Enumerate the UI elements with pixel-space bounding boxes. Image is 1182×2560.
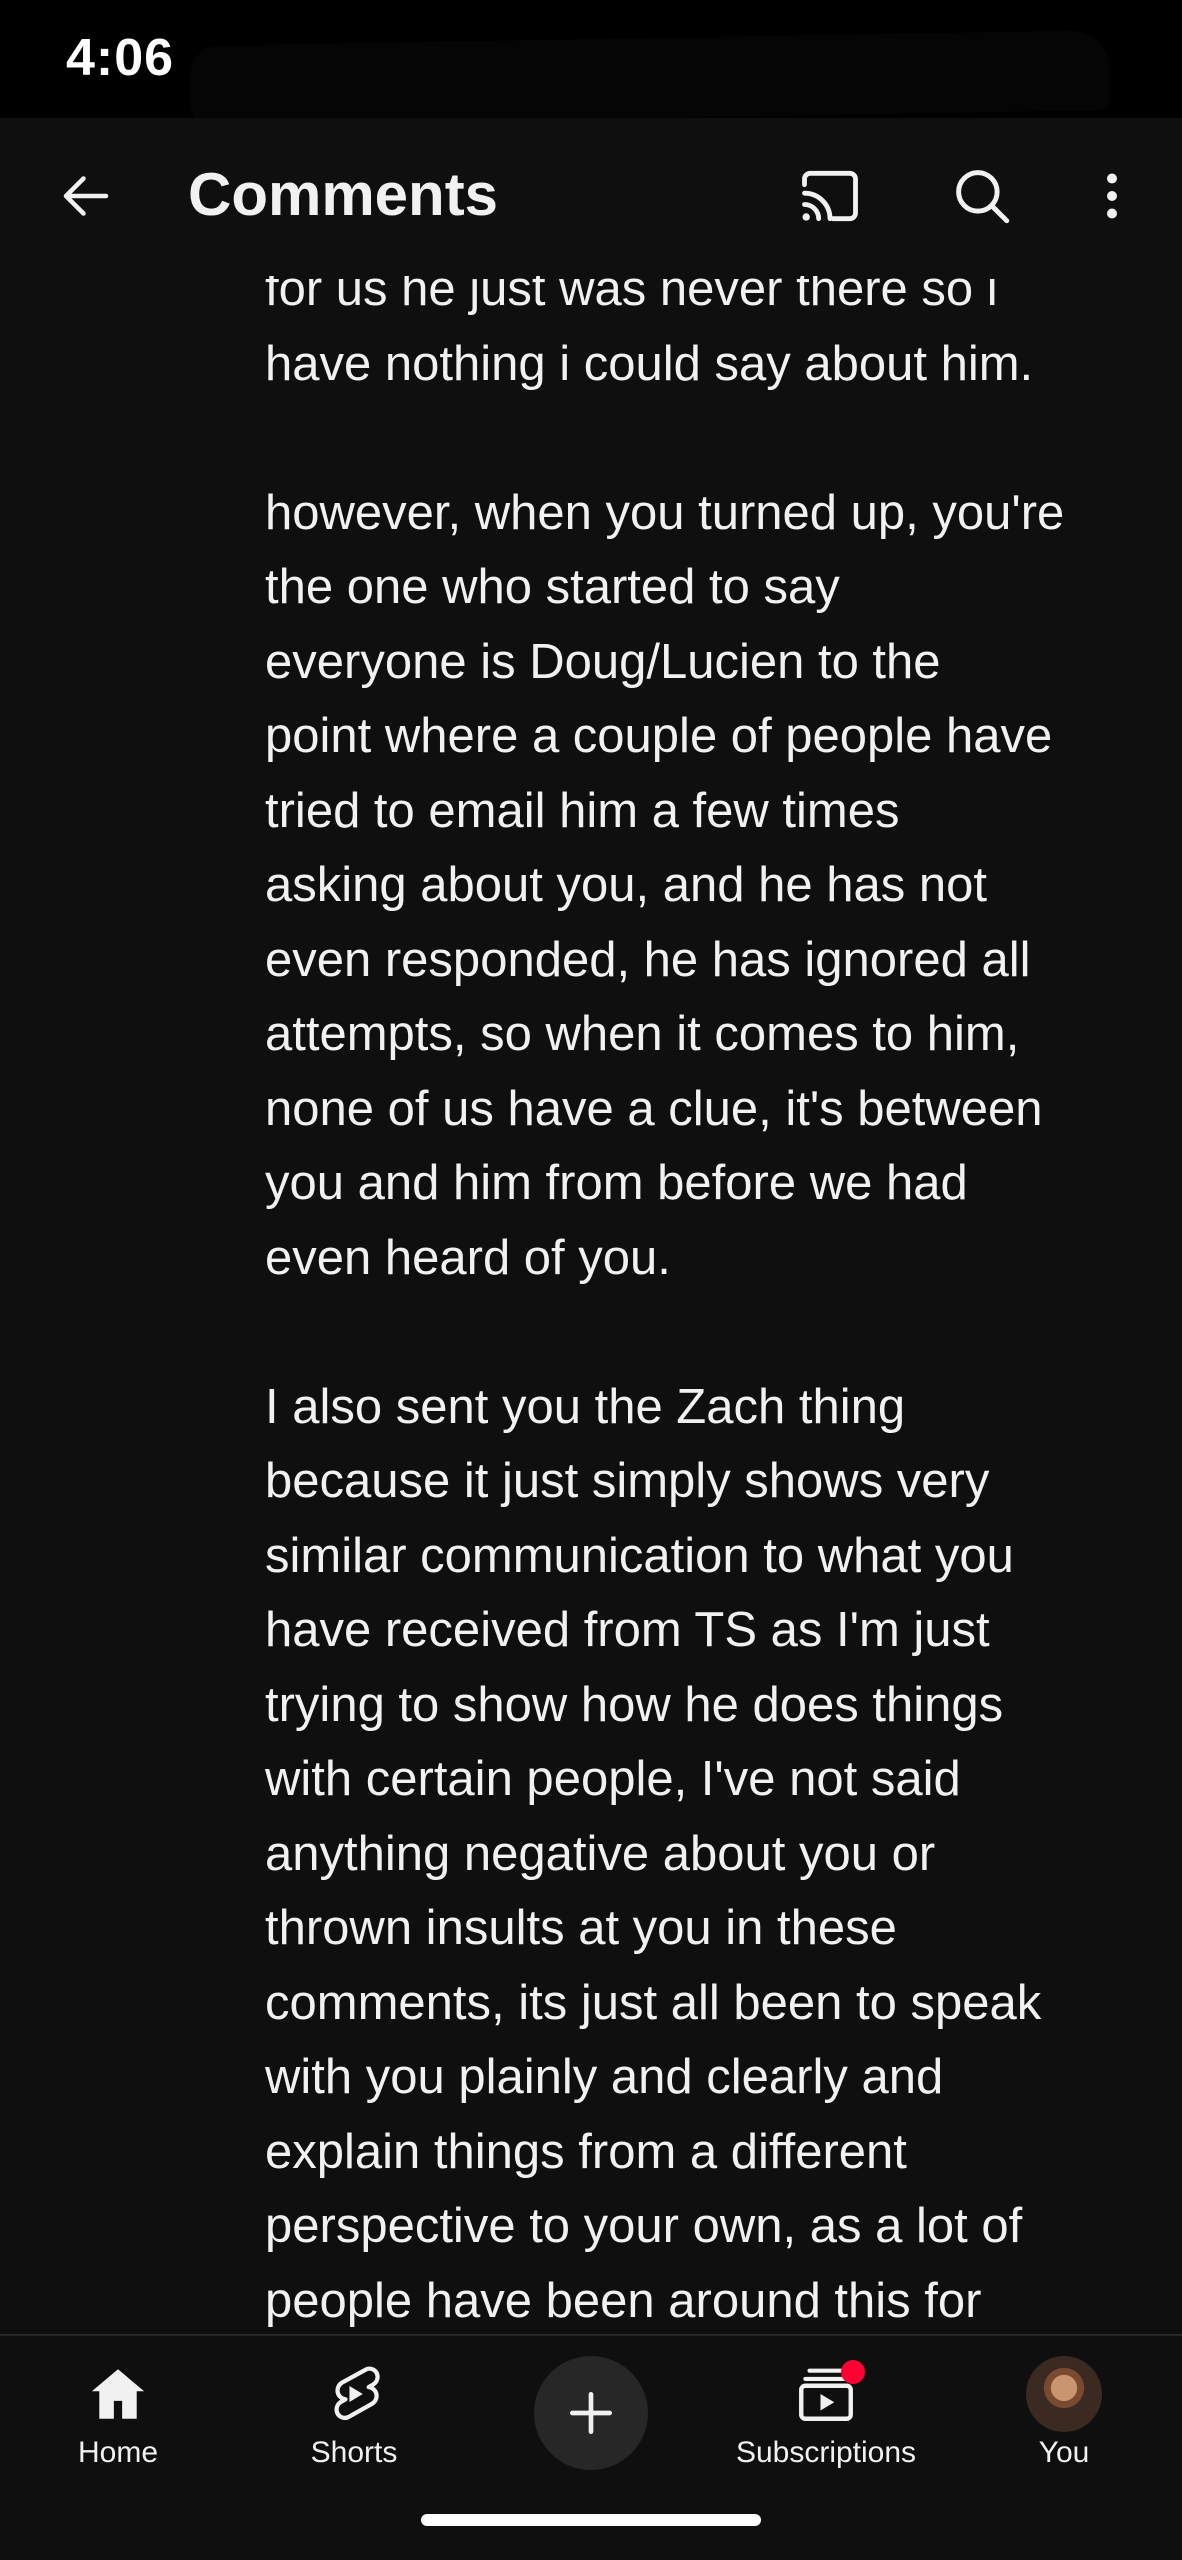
nav-subscriptions[interactable]: Subscriptions — [708, 2336, 944, 2486]
nav-you-label: You — [1038, 2436, 1090, 2469]
comment-paragraph: for us he just was never there so i have… — [265, 276, 1135, 401]
nav-home-icon-wrap — [85, 2356, 151, 2432]
comment-scroll-area[interactable]: for us he just was never there so i have… — [0, 276, 1182, 2334]
nav-home-label: Home — [77, 2436, 159, 2469]
nav-you[interactable]: You — [946, 2336, 1182, 2486]
comment-line: for us he just was never there so i — [265, 276, 998, 316]
comment-line: point where a couple of people have — [265, 709, 1053, 763]
comment-line: tried to email him a few times — [265, 783, 900, 838]
cast-button[interactable] — [782, 148, 878, 244]
back-button[interactable] — [38, 148, 134, 244]
create-plus-icon — [570, 2392, 612, 2434]
home-icon — [91, 2369, 145, 2419]
avatar — [1026, 2356, 1102, 2432]
page-title: Comments — [188, 161, 499, 228]
nav-shorts-icon-wrap — [322, 2356, 386, 2432]
nav-subscriptions-label: Subscriptions — [735, 2436, 917, 2469]
comment-line: I also sent you the Zach thing — [265, 1379, 906, 1434]
comment-line: anything negative about you or — [265, 1826, 936, 1881]
nav-subscriptions-icon-wrap — [793, 2356, 865, 2432]
search-icon — [956, 170, 1010, 224]
bottom-navigation: Home Shorts Subscriptions You — [0, 2334, 1182, 2560]
shorts-icon — [334, 2366, 380, 2421]
comment-line: people have been around this for — [265, 2273, 982, 2328]
comment-line: explain things from a different — [265, 2124, 907, 2179]
create-button[interactable] — [534, 2356, 648, 2470]
nav-shorts-label: Shorts — [310, 2436, 398, 2469]
search-button[interactable] — [934, 148, 1030, 244]
comment-body: for us he just was never there so i have… — [265, 276, 1135, 2334]
comment-line: attempts, so when it comes to him, — [265, 1007, 1020, 1061]
redaction-scribble — [189, 29, 1111, 127]
app-bar: Comments — [0, 118, 1182, 276]
comment-line: similar communication to what you — [265, 1528, 1014, 1583]
more-vert-icon — [1107, 173, 1117, 219]
status-time: 4:06 — [66, 29, 175, 87]
comment-line: perspective to your own, as a lot of — [265, 2199, 1023, 2253]
comment-paragraph: however, when you turned up, you're the … — [265, 476, 1135, 1296]
cast-icon — [802, 170, 858, 222]
comment-line: with certain people, I've not said — [265, 1752, 961, 1806]
arrow-back-icon — [63, 176, 109, 216]
comment-line: none of us have a clue, it's between — [265, 1081, 1043, 1136]
nav-home[interactable]: Home — [0, 2336, 236, 2486]
home-indicator[interactable] — [421, 2514, 761, 2526]
comment-line: have received from TS as I'm just — [265, 1603, 990, 1657]
status-bar: 4:06 — [0, 0, 1182, 127]
comment-line: however, when you turned up, you're — [265, 485, 1065, 540]
comment-line: even heard of you. — [265, 1230, 671, 1285]
comment-line: you and him from before we had — [265, 1156, 968, 1210]
comment-line: comments, its just all been to speak — [265, 1975, 1042, 2030]
comment-line: even responded, he has ignored all — [265, 932, 1031, 987]
notification-dot — [841, 2360, 865, 2384]
nav-shorts[interactable]: Shorts — [236, 2336, 472, 2486]
comment-line: everyone is Doug/Lucien to the — [265, 634, 941, 689]
comment-line: trying to show how he does things — [265, 1677, 1004, 1732]
comment-line: the one who started to say — [265, 560, 840, 614]
comment-line: because it just simply shows very — [265, 1454, 990, 1508]
comment-line: with you plainly and clearly and — [265, 2050, 944, 2104]
more-options-button[interactable] — [1064, 148, 1160, 244]
nav-you-icon-wrap — [1026, 2356, 1102, 2432]
comment-line: asking about you, and he has not — [265, 858, 987, 912]
comment-paragraph: I also sent you the Zach thing because i… — [265, 1370, 1135, 2335]
comment-line: have nothing i could say about him. — [265, 336, 1034, 391]
comment-line: thrown insults at you in these — [265, 1901, 897, 1955]
